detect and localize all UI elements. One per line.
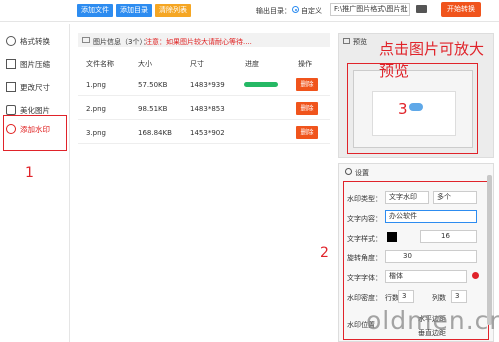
progress-bar xyxy=(244,82,278,87)
settings-title: 设置 xyxy=(355,169,369,177)
gear-icon xyxy=(345,168,352,175)
info-notice: 注意：如果图片较大请耐心等待.... xyxy=(145,38,252,46)
preview-annotation: 点击图片可放大预览 xyxy=(379,40,485,80)
add-folder-button[interactable]: 添加目录 xyxy=(116,4,152,17)
watermark-type-select[interactable]: 文字水印 xyxy=(385,191,429,204)
delete-button[interactable]: 删除 xyxy=(296,102,318,115)
col-progress: 进度 xyxy=(245,60,259,68)
col-dims: 尺寸 xyxy=(190,60,204,68)
col-size: 大小 xyxy=(138,60,152,68)
sidebar-highlight-box xyxy=(3,115,67,151)
sidebar-item-label: 图片压缩 xyxy=(20,59,50,69)
delete-button[interactable]: 删除 xyxy=(296,78,318,91)
cell-name: 1.png xyxy=(86,81,107,89)
annotation-2: 2 xyxy=(320,245,329,261)
sidebar-item-format[interactable]: 格式转换 xyxy=(6,33,68,49)
font-label: 文字字体： xyxy=(347,274,382,282)
content-label: 文字内容： xyxy=(347,215,382,223)
sidebar-item-compress[interactable]: 图片压缩 xyxy=(6,56,68,72)
cell-name: 3.png xyxy=(86,129,107,137)
count-select[interactable]: 多个 xyxy=(433,191,477,204)
custom-radio[interactable] xyxy=(292,6,299,13)
info-icon xyxy=(82,37,90,43)
info-title: 图片信息（3个）： xyxy=(93,38,150,46)
col-action: 操作 xyxy=(298,60,312,68)
folder-icon[interactable] xyxy=(416,5,427,13)
font-size-stepper[interactable]: 16 xyxy=(420,230,477,243)
output-dir-label: 输出目录： xyxy=(256,7,291,15)
annotation-1: 1 xyxy=(25,165,34,181)
compress-icon xyxy=(6,59,16,69)
font-size-value: 16 xyxy=(441,232,450,240)
cols-label: 列数 xyxy=(432,294,446,302)
style-label: 文字样式： xyxy=(347,235,382,243)
table-row: 3.png 168.84KB 1453*902 删除 xyxy=(78,122,330,144)
info-dot-icon xyxy=(472,272,479,279)
rotate-label: 旋转角度： xyxy=(347,254,382,262)
resize-icon xyxy=(6,82,16,92)
table-header: 文件名称 大小 尺寸 进度 操作 xyxy=(78,57,330,71)
add-file-button[interactable]: 添加文件 xyxy=(77,4,113,17)
rotate-stepper[interactable]: 30 xyxy=(385,250,477,263)
table-row: 2.png 98.51KB 1483*853 删除 xyxy=(78,98,330,120)
sidebar-item-label: 美化图片 xyxy=(20,105,50,115)
cell-name: 2.png xyxy=(86,105,107,113)
content-input[interactable]: 办公软件 xyxy=(385,210,477,223)
watermark-type-label: 水印类型： xyxy=(347,195,382,203)
density-label: 水印密度： xyxy=(347,294,382,302)
image-icon xyxy=(6,105,16,115)
clear-list-button[interactable]: 清除列表 xyxy=(155,4,191,17)
start-convert-button[interactable]: 开始转换 xyxy=(441,2,481,17)
site-watermark: oldmen.cn xyxy=(366,306,499,335)
annotation-3: 3 xyxy=(398,100,408,118)
cell-size: 98.51KB xyxy=(138,105,168,113)
cell-dims: 1483*939 xyxy=(190,81,225,89)
sidebar-item-label: 更改尺寸 xyxy=(20,82,50,92)
rotate-value: 30 xyxy=(403,252,412,260)
delete-button[interactable]: 删除 xyxy=(296,126,318,139)
table-row: 1.png 57.50KB 1483*939 删除 xyxy=(78,74,330,96)
cell-dims: 1453*902 xyxy=(190,129,225,137)
preview-label: 预览 xyxy=(353,38,367,46)
sidebar-item-resize[interactable]: 更改尺寸 xyxy=(6,79,68,95)
col-filename: 文件名称 xyxy=(86,60,114,68)
refresh-icon xyxy=(6,36,16,46)
sidebar: 格式转换 图片压缩 更改尺寸 美化图片 添加水印 xyxy=(0,24,70,342)
cell-dims: 1483*853 xyxy=(190,105,225,113)
cell-size: 168.84KB xyxy=(138,129,172,137)
cell-size: 57.50KB xyxy=(138,81,168,89)
output-path-input[interactable]: F:\推广图片格式\图片批 xyxy=(330,3,410,16)
sidebar-item-label: 格式转换 xyxy=(20,36,50,46)
cols-input[interactable]: 3 xyxy=(451,290,467,303)
rows-input[interactable]: 3 xyxy=(398,290,414,303)
custom-radio-label: 自定义 xyxy=(301,7,322,15)
preview-icon xyxy=(343,38,350,44)
scrollbar[interactable] xyxy=(487,175,492,325)
color-swatch[interactable] xyxy=(387,232,397,242)
rows-label: 行数 xyxy=(385,294,399,302)
font-select[interactable]: 楷体 xyxy=(385,270,467,283)
